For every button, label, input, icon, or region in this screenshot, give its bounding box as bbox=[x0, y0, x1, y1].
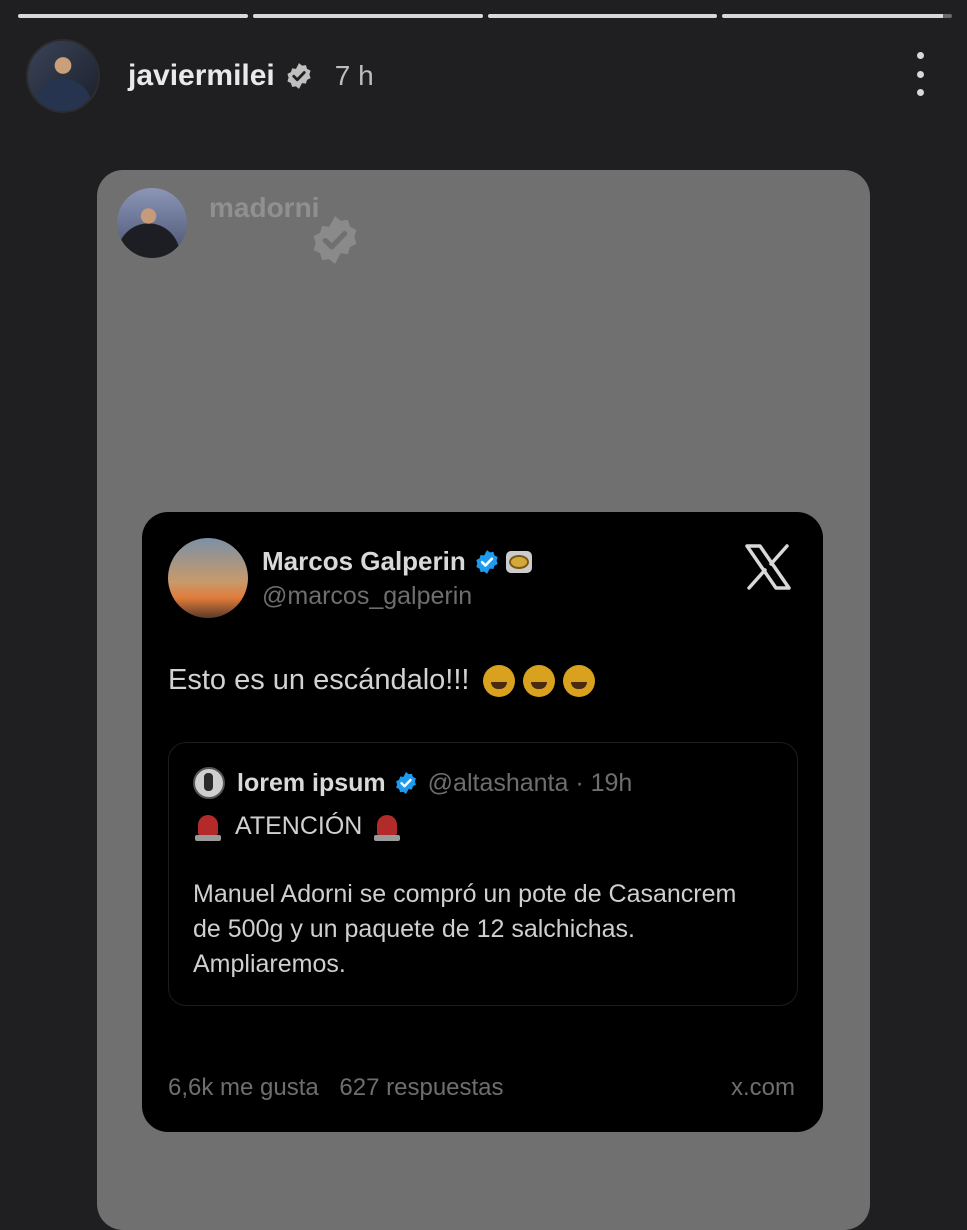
laugh-emoji-icon bbox=[483, 664, 516, 697]
quoted-tweet-header: lorem ipsum @altashanta · 19h bbox=[193, 767, 632, 799]
quoted-tweet[interactable]: lorem ipsum @altashanta · 19h ATENCIÓN M… bbox=[168, 742, 798, 1006]
shared-post-username[interactable]: madorni bbox=[209, 192, 319, 224]
avatar[interactable] bbox=[117, 188, 187, 258]
laugh-emoji-icon bbox=[523, 664, 556, 697]
avatar[interactable] bbox=[26, 39, 100, 113]
story-progress-bar bbox=[18, 14, 952, 18]
likes-count: 6,6k me gusta bbox=[168, 1074, 319, 1101]
progress-segment bbox=[252, 14, 483, 18]
verified-badge-icon bbox=[313, 216, 357, 264]
quoted-body: Manuel Adorni se compró un pote de Casan… bbox=[193, 880, 737, 978]
siren-emoji-icon bbox=[195, 811, 221, 841]
story-username[interactable]: javiermilei bbox=[128, 59, 275, 93]
quoted-headline: ATENCIÓN bbox=[195, 811, 401, 841]
affiliate-badge-icon bbox=[505, 550, 532, 573]
tweet-handle[interactable]: @marcos_galperin bbox=[262, 582, 472, 611]
verified-badge-icon bbox=[395, 772, 416, 794]
avatar[interactable] bbox=[193, 767, 225, 799]
quoted-meta: @altashanta · 19h bbox=[427, 768, 633, 797]
tweet-text: Esto es un escándalo!!! bbox=[168, 664, 596, 697]
progress-segment bbox=[487, 14, 718, 18]
embedded-tweet[interactable]: Marcos Galperin @marcos_galperin Esto es… bbox=[142, 512, 823, 1132]
tweet-stats: 6,6k me gusta 627 respuestas bbox=[168, 1074, 504, 1102]
more-options-icon[interactable] bbox=[905, 52, 935, 96]
story-timestamp: 7 h bbox=[334, 60, 374, 91]
tweet-text-content: Esto es un escándalo!!! bbox=[168, 664, 470, 696]
tweet-author-name[interactable]: Marcos Galperin bbox=[262, 546, 466, 577]
replies-count: 627 respuestas bbox=[339, 1074, 504, 1101]
avatar[interactable] bbox=[168, 538, 248, 618]
progress-segment bbox=[18, 14, 248, 18]
verified-badge-icon bbox=[476, 549, 498, 574]
tweet-footer: 6,6k me gusta 627 respuestas x.com bbox=[168, 1074, 795, 1102]
quoted-author-name[interactable]: lorem ipsum bbox=[237, 769, 386, 798]
tweet-author: Marcos Galperin bbox=[262, 546, 532, 577]
story-header: javiermilei 7 h bbox=[26, 39, 941, 113]
tweet-source-link[interactable]: x.com bbox=[731, 1074, 795, 1102]
laugh-emoji-icon bbox=[563, 664, 596, 697]
shared-post-header: madorni bbox=[117, 188, 319, 258]
x-logo-icon bbox=[745, 544, 791, 590]
progress-segment-current bbox=[722, 14, 952, 18]
siren-emoji-icon bbox=[374, 811, 401, 841]
quoted-headline-text: ATENCIÓN bbox=[235, 811, 363, 840]
verified-badge-icon bbox=[287, 63, 311, 89]
